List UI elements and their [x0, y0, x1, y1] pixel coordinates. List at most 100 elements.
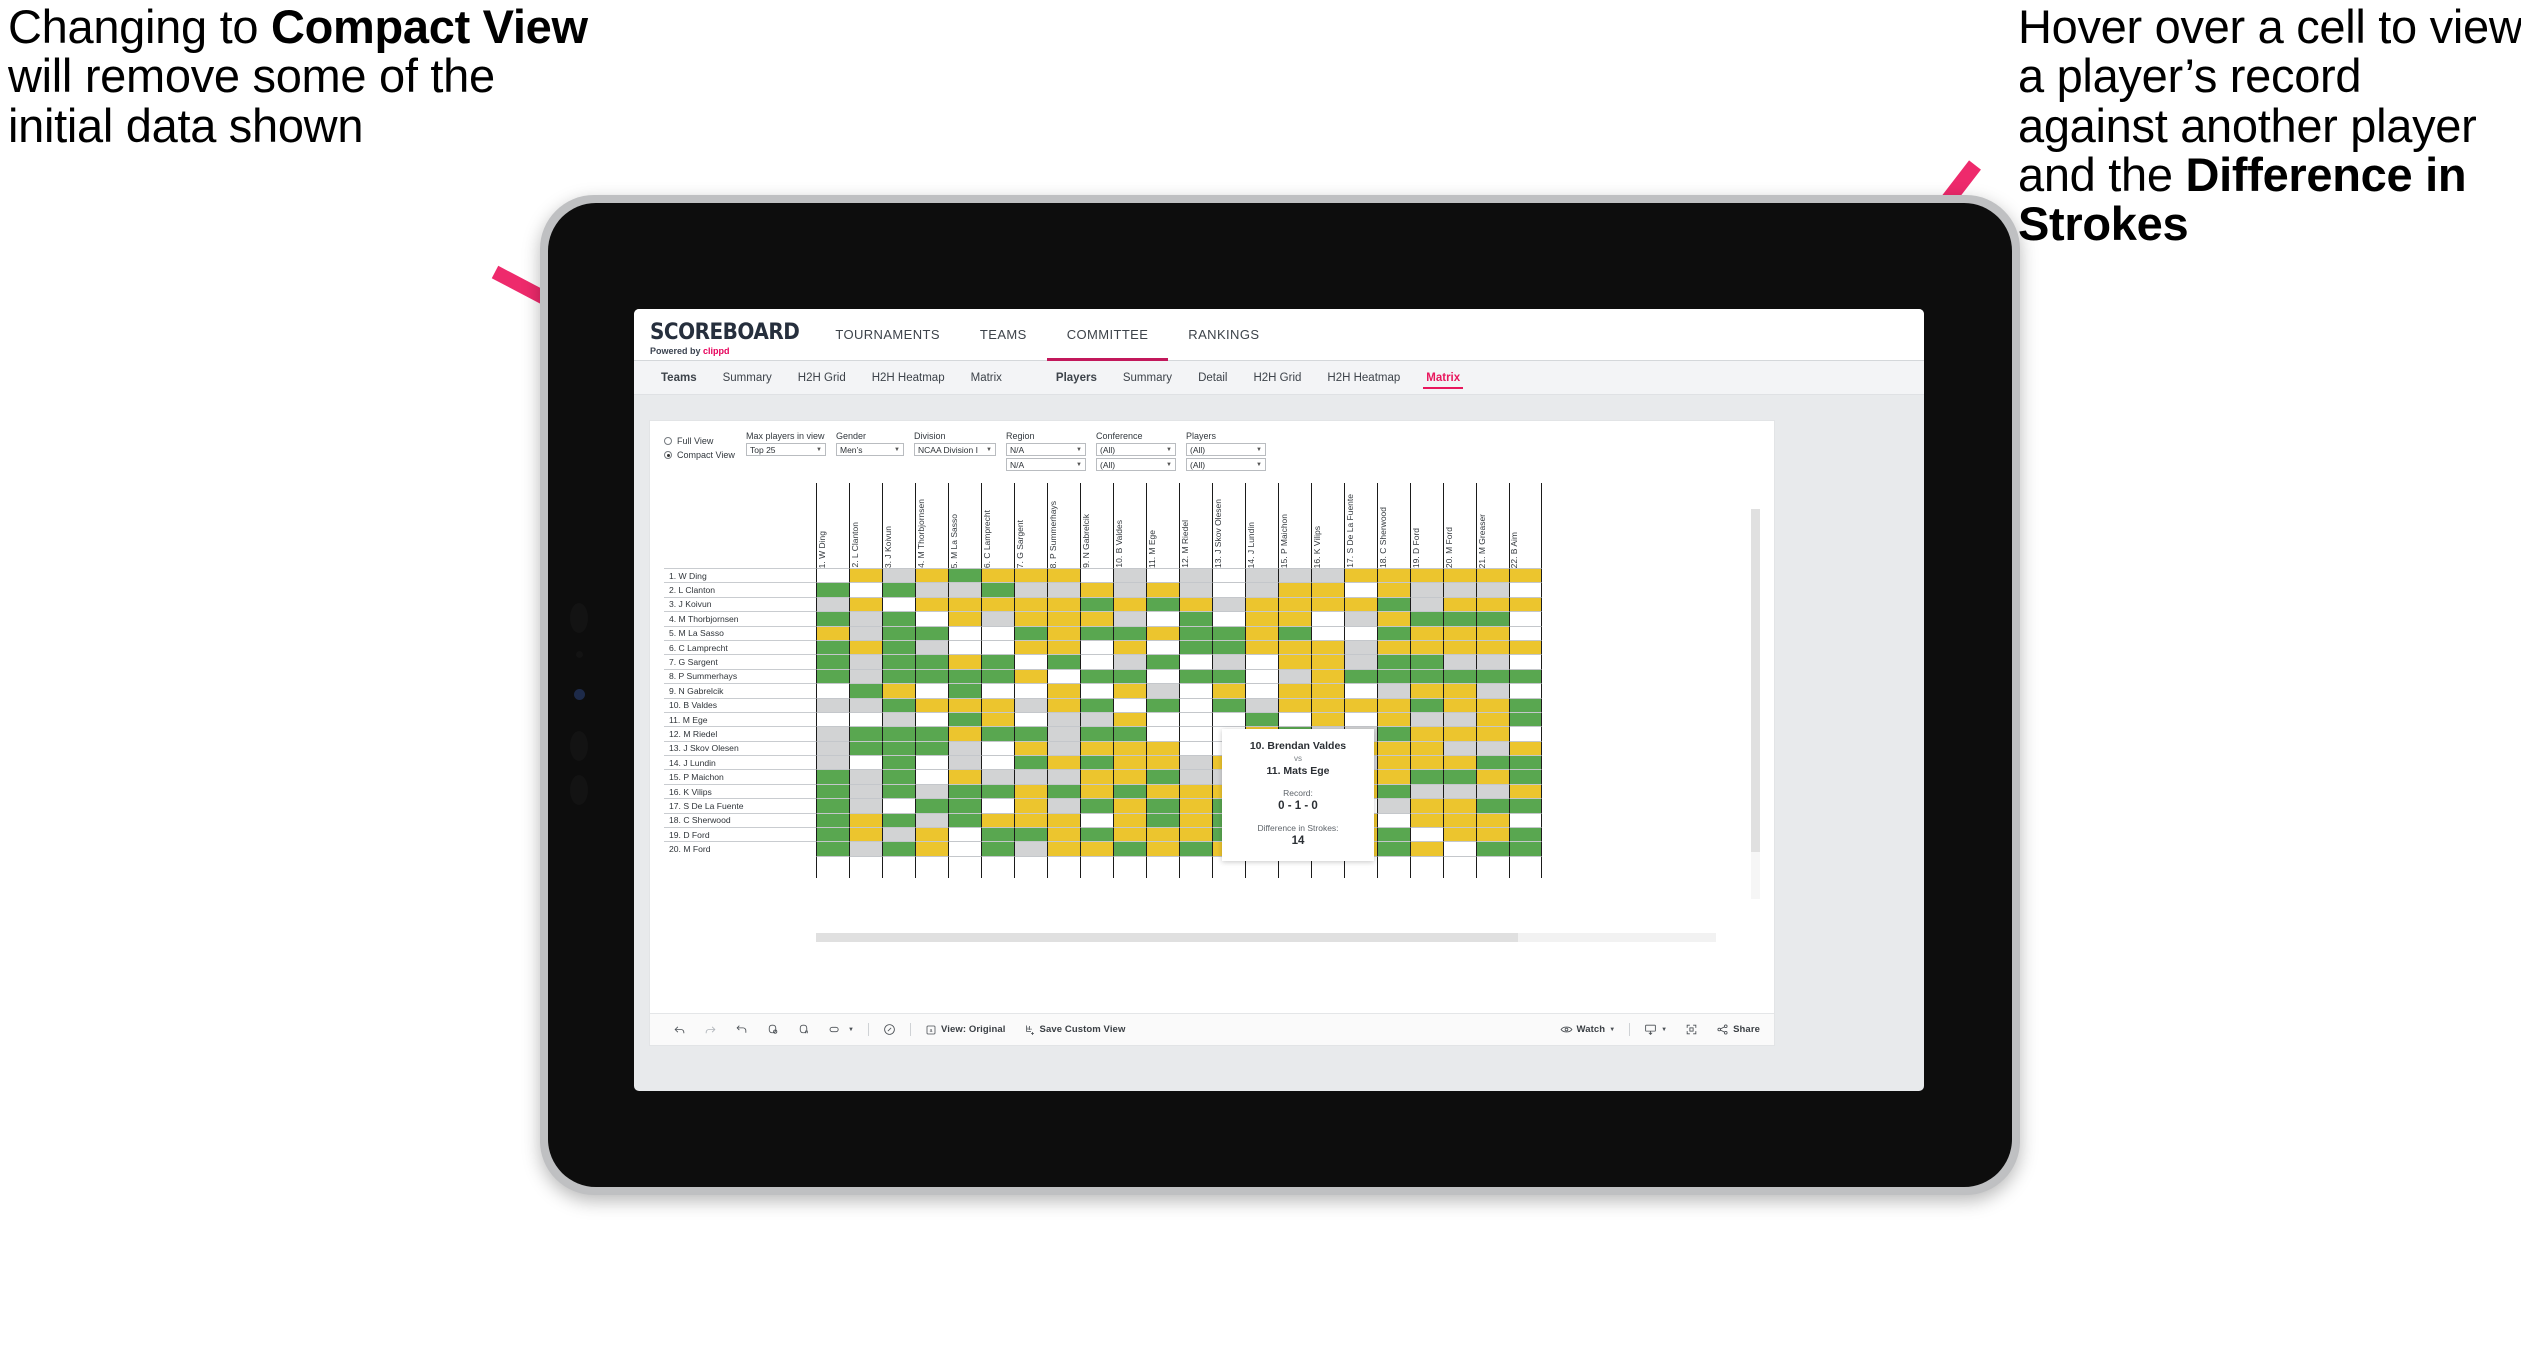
matrix-row-label[interactable]: 16. K Vilips — [664, 783, 816, 799]
matrix-cell[interactable] — [1443, 596, 1476, 612]
filter-max-players-select[interactable]: Top 25 ▼ — [746, 443, 826, 456]
matrix-cell[interactable] — [1014, 769, 1047, 784]
matrix-cell[interactable] — [1047, 726, 1080, 741]
matrix-cell[interactable] — [981, 596, 1014, 612]
matrix-cell[interactable] — [882, 755, 915, 770]
matrix-cell[interactable] — [1377, 654, 1410, 669]
matrix-cell[interactable] — [1443, 697, 1476, 712]
matrix-cell[interactable] — [1047, 654, 1080, 669]
matrix-cell[interactable] — [1014, 611, 1047, 626]
matrix-cell[interactable] — [1245, 568, 1278, 583]
matrix-cell[interactable] — [816, 812, 849, 828]
matrix-cell[interactable] — [1509, 841, 1542, 856]
tab-players-detail[interactable]: Detail — [1185, 361, 1240, 394]
matrix-cell[interactable] — [1146, 596, 1179, 612]
matrix-cell[interactable] — [849, 798, 882, 813]
matrix-cell[interactable] — [1245, 625, 1278, 640]
matrix-cell[interactable] — [1113, 841, 1146, 856]
matrix-cell[interactable] — [849, 582, 882, 597]
matrix-cell[interactable] — [915, 798, 948, 813]
radio-compact-view[interactable]: Compact View — [664, 448, 746, 462]
matrix-cell[interactable] — [1014, 726, 1047, 741]
matrix-col-header[interactable]: 1. W Ding — [816, 483, 849, 568]
matrix-cell[interactable] — [1014, 812, 1047, 828]
matrix-cell[interactable] — [1113, 726, 1146, 741]
highlight-button[interactable]: ▼ — [819, 1014, 863, 1045]
matrix-cell[interactable] — [1080, 654, 1113, 669]
matrix-cell[interactable] — [1179, 755, 1212, 770]
matrix-cell[interactable] — [882, 783, 915, 799]
matrix-row-label[interactable]: 12. M Riedel — [664, 726, 816, 741]
matrix-cell[interactable] — [882, 711, 915, 727]
matrix-cell[interactable] — [1476, 769, 1509, 784]
matrix-cell[interactable] — [981, 740, 1014, 756]
tab-players-summary[interactable]: Summary — [1110, 361, 1185, 394]
matrix-cell[interactable] — [882, 726, 915, 741]
matrix-cell[interactable] — [1311, 711, 1344, 727]
matrix-cell[interactable] — [1146, 755, 1179, 770]
matrix-cell[interactable] — [1212, 596, 1245, 612]
matrix-cell[interactable] — [1344, 611, 1377, 626]
matrix-cell[interactable] — [1113, 783, 1146, 799]
matrix-cell[interactable] — [849, 841, 882, 856]
presentation-mode-button[interactable] — [874, 1014, 905, 1045]
matrix-cell[interactable] — [1113, 668, 1146, 684]
matrix-cell[interactable] — [1245, 596, 1278, 612]
matrix-cell[interactable] — [1509, 639, 1542, 655]
matrix-cell[interactable] — [1311, 697, 1344, 712]
matrix-cell[interactable] — [1212, 582, 1245, 597]
matrix-cell[interactable] — [1509, 654, 1542, 669]
matrix-cell[interactable] — [1014, 639, 1047, 655]
matrix-cell[interactable] — [1443, 841, 1476, 856]
matrix-cell[interactable] — [948, 769, 981, 784]
matrix-cell[interactable] — [1014, 683, 1047, 698]
radio-full-view-icon[interactable] — [664, 437, 672, 445]
matrix-row-label[interactable]: 3. J Koivun — [664, 596, 816, 612]
matrix-cell[interactable] — [915, 697, 948, 712]
matrix-row-label[interactable]: 5. M La Sasso — [664, 625, 816, 640]
matrix-cell[interactable] — [1509, 683, 1542, 698]
matrix-row-label[interactable]: 20. M Ford — [664, 841, 816, 856]
matrix-cell[interactable] — [1179, 740, 1212, 756]
matrix-cell[interactable] — [816, 639, 849, 655]
matrix-cell[interactable] — [1212, 668, 1245, 684]
matrix-cell[interactable] — [816, 769, 849, 784]
matrix-cell[interactable] — [1080, 711, 1113, 727]
matrix-col-header[interactable]: 5. M La Sasso — [948, 483, 981, 568]
matrix-cell[interactable] — [1377, 726, 1410, 741]
matrix-cell[interactable] — [1080, 812, 1113, 828]
matrix-cell[interactable] — [1047, 639, 1080, 655]
matrix-cell[interactable] — [915, 611, 948, 626]
matrix-cell[interactable] — [816, 596, 849, 612]
radio-full-view[interactable]: Full View — [664, 434, 746, 448]
matrix-cell[interactable] — [816, 683, 849, 698]
matrix-cell[interactable] — [1443, 568, 1476, 583]
matrix-cell[interactable] — [915, 812, 948, 828]
matrix-cell[interactable] — [915, 639, 948, 655]
matrix-cell[interactable] — [1014, 841, 1047, 856]
matrix-cell[interactable] — [1476, 697, 1509, 712]
matrix-cell[interactable] — [882, 841, 915, 856]
matrix-cell[interactable] — [1146, 611, 1179, 626]
matrix-cell[interactable] — [882, 827, 915, 842]
tab-teams-h2h-heatmap[interactable]: H2H Heatmap — [859, 361, 958, 394]
matrix-cell[interactable] — [1509, 798, 1542, 813]
matrix-cell[interactable] — [1410, 683, 1443, 698]
matrix-cell[interactable] — [948, 697, 981, 712]
brand-logo[interactable]: SCOREBOARD Powered by clippd — [634, 309, 815, 360]
matrix-cell[interactable] — [1443, 625, 1476, 640]
matrix-cell[interactable] — [882, 611, 915, 626]
matrix-cell[interactable] — [1113, 755, 1146, 770]
redo-button[interactable] — [695, 1014, 726, 1045]
tab-players-players[interactable]: Players — [1043, 361, 1110, 394]
matrix-cell[interactable] — [1278, 668, 1311, 684]
matrix-cell[interactable] — [981, 611, 1014, 626]
matrix-cell[interactable] — [1344, 654, 1377, 669]
matrix-cell[interactable] — [1146, 568, 1179, 583]
matrix-cell[interactable] — [1509, 611, 1542, 626]
matrix-cell[interactable] — [948, 755, 981, 770]
matrix-cell[interactable] — [915, 668, 948, 684]
vertical-scrollbar[interactable] — [1751, 509, 1760, 899]
matrix-cell[interactable] — [1146, 783, 1179, 799]
matrix-cell[interactable] — [981, 755, 1014, 770]
